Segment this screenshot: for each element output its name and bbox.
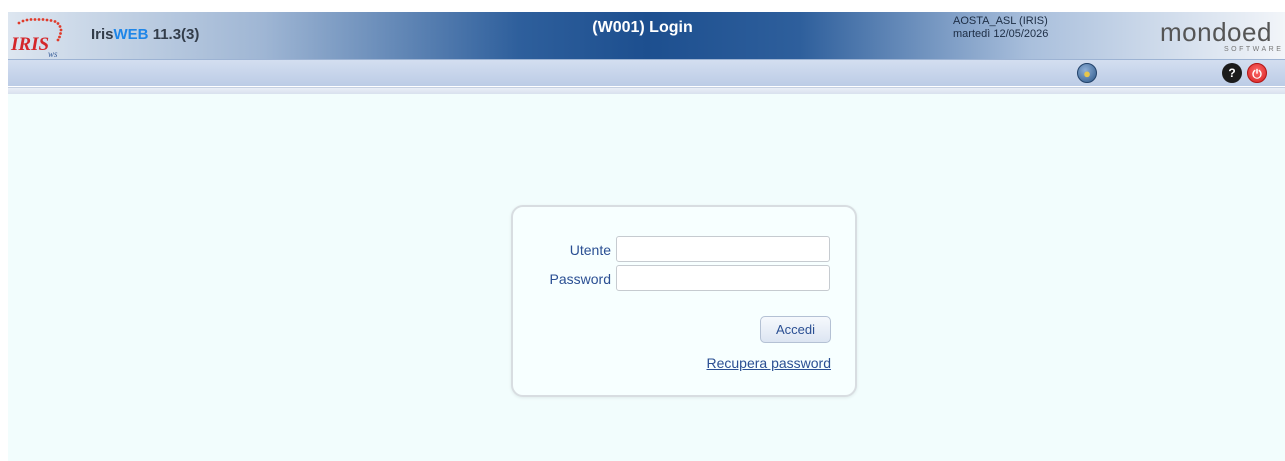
mondoedp-logo: mondoed SOFTWARE xyxy=(1156,17,1285,59)
username-input[interactable] xyxy=(616,236,830,262)
page-title-text: (W001) Login xyxy=(592,19,693,36)
logo-text: IRIS xyxy=(10,34,49,55)
brand-name: mondoed xyxy=(1160,17,1272,47)
org-name: AOSTA_ASL (IRIS) xyxy=(953,15,1048,27)
recover-password-link[interactable]: Recupera password xyxy=(688,355,831,371)
help-icon[interactable]: ? xyxy=(1222,63,1242,83)
password-input[interactable] xyxy=(616,265,830,291)
logout-icon[interactable]: ⏻ xyxy=(1247,63,1267,83)
brand-sub: SOFTWARE xyxy=(1224,46,1284,53)
login-panel: Utente Password Accedi Recupera password xyxy=(511,205,857,397)
password-label: Password xyxy=(549,271,611,287)
main-content: Utente Password Accedi Recupera password xyxy=(8,94,1285,461)
app-frame: IRIS ws IrisWEB 11.3(3) (W001) Login AOS… xyxy=(8,12,1285,461)
user-info-icon[interactable]: ● xyxy=(1077,63,1097,83)
header-bar: IRIS ws IrisWEB 11.3(3) (W001) Login AOS… xyxy=(8,12,1285,59)
toolbar-divider xyxy=(8,87,1285,94)
svg-text:ws: ws xyxy=(48,49,58,58)
username-label: Utente xyxy=(569,242,611,258)
current-date: martedì 12/05/2026 xyxy=(953,28,1049,40)
login-button[interactable]: Accedi xyxy=(760,316,831,343)
org-info: AOSTA_ASL (IRIS) martedì 12/05/2026 xyxy=(953,15,1048,41)
page-title: (W001) Login xyxy=(8,19,1285,37)
